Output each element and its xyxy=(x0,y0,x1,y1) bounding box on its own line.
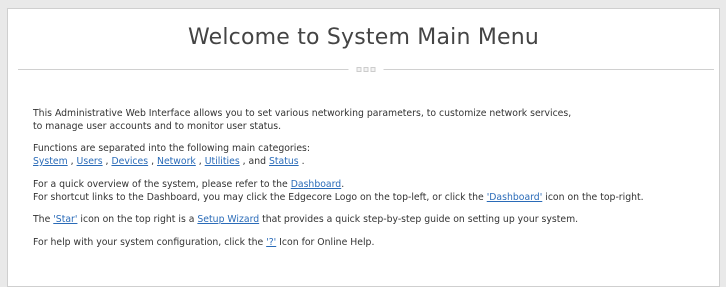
divider-square-icon xyxy=(356,67,362,72)
star-text: The 'Star' icon on the top right is a Se… xyxy=(33,214,713,227)
intro-text-line2: to manage user accounts and to monitor u… xyxy=(33,120,282,132)
dashboard-text-line1: For a quick overview of the system, plea… xyxy=(33,179,713,192)
link-dashboard[interactable]: Dashboard xyxy=(291,179,341,190)
link-status[interactable]: Status xyxy=(269,156,299,167)
categories-links: System , Users , Devices , Network , Uti… xyxy=(33,156,713,169)
dashboard-text: For shortcut links to the Dashboard, you… xyxy=(33,191,487,203)
link-star[interactable]: 'Star' xyxy=(53,214,77,225)
help-text-part: Icon for Online Help. xyxy=(276,236,375,248)
link-utilities[interactable]: Utilities xyxy=(205,156,240,167)
dashboard-text: . xyxy=(341,178,345,190)
star-text-part: icon on the top right is a xyxy=(77,214,198,226)
categories-intro: Functions are separated into the followi… xyxy=(33,143,311,155)
link-network[interactable]: Network xyxy=(157,156,196,167)
divider-square-icon xyxy=(363,67,369,72)
link-online-help[interactable]: '?' xyxy=(266,237,276,248)
main-menu-panel: Welcome to System Main Menu This Adminis… xyxy=(7,8,720,287)
separator: . xyxy=(298,156,305,168)
separator: , and xyxy=(239,156,269,168)
link-users[interactable]: Users xyxy=(77,156,103,167)
title-divider xyxy=(18,64,714,74)
welcome-content: This Administrative Web Interface allows… xyxy=(33,108,713,250)
star-text-part: that provides a quick step-by-step guide… xyxy=(259,214,579,226)
dashboard-text-line2: For shortcut links to the Dashboard, you… xyxy=(33,192,713,205)
separator: , xyxy=(67,156,77,168)
star-text-part: The xyxy=(33,214,54,226)
link-setup-wizard[interactable]: Setup Wizard xyxy=(197,214,259,225)
separator: , xyxy=(195,156,205,168)
divider-ornament xyxy=(348,65,384,74)
help-text: For help with your system configuration,… xyxy=(33,237,713,250)
link-system[interactable]: System xyxy=(33,156,68,167)
link-devices[interactable]: Devices xyxy=(111,156,148,167)
help-text-part: For help with your system configuration,… xyxy=(33,236,267,248)
divider-square-icon xyxy=(370,67,376,72)
intro-text-line1: This Administrative Web Interface allows… xyxy=(33,108,572,119)
dashboard-text: icon on the top-right. xyxy=(542,191,644,203)
link-dashboard-icon[interactable]: 'Dashboard' xyxy=(487,192,543,203)
separator: , xyxy=(148,156,157,168)
dashboard-text: For a quick overview of the system, plea… xyxy=(33,178,291,190)
page-title: Welcome to System Main Menu xyxy=(187,25,540,50)
